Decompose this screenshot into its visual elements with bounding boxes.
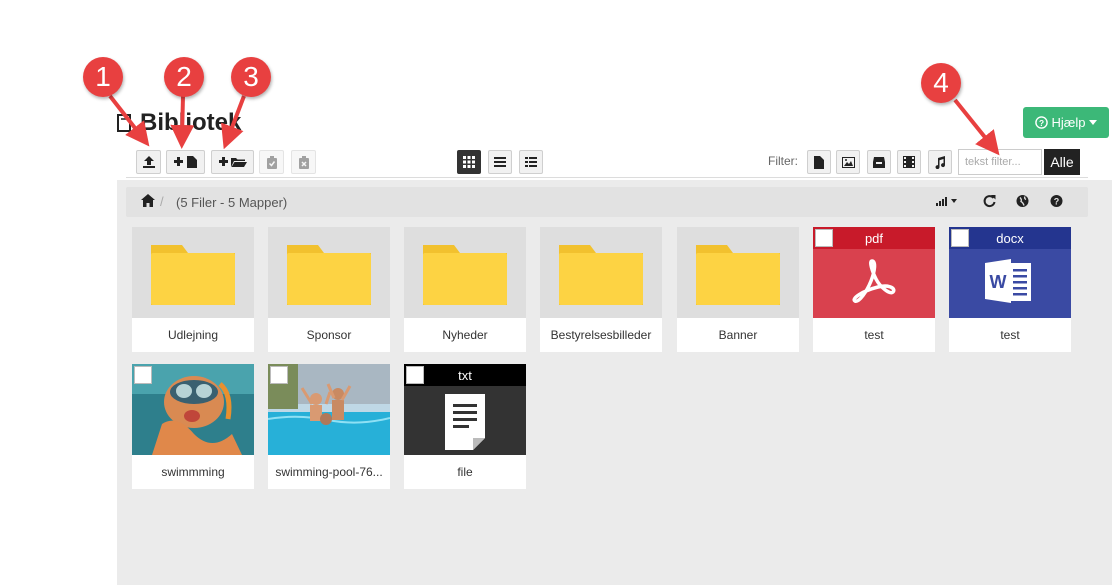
- refresh-icon[interactable]: [983, 194, 996, 208]
- video-icon: [903, 156, 915, 168]
- file-tile-test-docx[interactable]: docx W test: [949, 227, 1071, 352]
- word-icon: W: [985, 259, 1031, 303]
- caret-down-icon: [1089, 119, 1098, 125]
- home-icon[interactable]: [141, 194, 155, 207]
- folder-icon: [151, 245, 235, 305]
- folder-tile-sponsor[interactable]: Sponsor: [268, 227, 390, 352]
- folder-tile-udlejning[interactable]: Udlejning: [132, 227, 254, 352]
- annotation-badge-2: 2: [164, 57, 204, 97]
- select-checkbox[interactable]: [951, 229, 969, 247]
- help-label: Hjælp: [1051, 115, 1086, 130]
- breadcrumb: / (5 Filer - 5 Mapper) ?: [126, 187, 1088, 217]
- annotation-arrow-4: [953, 98, 1000, 156]
- image-tile-swimming-pool[interactable]: swimming-pool-76...: [268, 364, 390, 489]
- folder-icon: [423, 245, 507, 305]
- folder-tile-banner[interactable]: Banner: [677, 227, 799, 352]
- tile-label: swimmming: [161, 465, 225, 479]
- page-title-text: Bibliotek: [140, 109, 242, 136]
- tile-label: Sponsor: [306, 328, 352, 342]
- select-checkbox[interactable]: [815, 229, 833, 247]
- text-file-icon: [445, 394, 485, 450]
- audio-icon: [935, 155, 946, 169]
- upload-icon: [142, 156, 155, 168]
- page-title: Bibliotek: [116, 106, 241, 140]
- folder-icon: [696, 245, 780, 305]
- delete-clipboard-icon: [298, 155, 309, 169]
- list-view-button[interactable]: [488, 150, 512, 174]
- annotation-badge-1: 1: [83, 57, 123, 97]
- file-tile-file-txt[interactable]: txt file: [404, 364, 526, 489]
- folder-icon: [287, 245, 371, 305]
- help-button[interactable]: ? Hjælp: [1023, 107, 1109, 138]
- breadcrumb-summary: (5 Filer - 5 Mapper): [176, 195, 288, 210]
- tile-label: Banner: [718, 328, 758, 342]
- list-view-icon: [494, 157, 506, 167]
- new-file-icon: [173, 156, 197, 168]
- pdf-icon: [852, 259, 896, 303]
- tile-label: test: [864, 328, 884, 342]
- svg-text:?: ?: [1038, 118, 1043, 128]
- image-tile-swimmming[interactable]: swimmming: [132, 364, 254, 489]
- paste-icon: [266, 155, 277, 169]
- sort-icon[interactable]: [936, 194, 960, 208]
- tile-label: Udlejning: [167, 328, 219, 342]
- clear-clipboard-button[interactable]: [291, 150, 316, 174]
- details-view-button[interactable]: [519, 150, 543, 174]
- filter-all-button[interactable]: Alle: [1044, 149, 1080, 175]
- toolbar: Filter: Alle: [126, 145, 1088, 178]
- text-filter-input[interactable]: [958, 149, 1042, 175]
- tile-label: Nyheder: [442, 328, 488, 342]
- select-checkbox[interactable]: [134, 366, 152, 384]
- grid-view-button[interactable]: [457, 150, 481, 174]
- svg-text:?: ?: [1054, 197, 1060, 207]
- filter-document-button[interactable]: [807, 150, 831, 174]
- annotation-badge-3: 3: [231, 57, 271, 97]
- paste-button[interactable]: [259, 150, 284, 174]
- tile-label: swimming-pool-76...: [275, 465, 383, 479]
- grid-view-icon: [463, 156, 475, 168]
- select-checkbox[interactable]: [406, 366, 424, 384]
- tile-label: file: [457, 465, 473, 479]
- filter-image-button[interactable]: [836, 150, 860, 174]
- folder-icon: [559, 245, 643, 305]
- filter-archive-button[interactable]: [867, 150, 891, 174]
- image-icon: [841, 156, 855, 168]
- upload-button[interactable]: [136, 150, 161, 174]
- filter-audio-button[interactable]: [928, 150, 952, 174]
- help-circle-icon[interactable]: ?: [1050, 194, 1063, 208]
- annotation-badge-4: 4: [921, 63, 961, 103]
- tile-label: test: [1000, 328, 1020, 342]
- filter-label: Filter:: [768, 154, 798, 168]
- file-tile-test-pdf[interactable]: pdf test: [813, 227, 935, 352]
- folder-tile-nyheder[interactable]: Nyheder: [404, 227, 526, 352]
- svg-text:W: W: [990, 272, 1007, 292]
- new-folder-icon: [218, 157, 247, 167]
- details-view-icon: [525, 157, 537, 167]
- filter-video-button[interactable]: [897, 150, 921, 174]
- new-file-button[interactable]: [166, 150, 205, 174]
- globe-icon[interactable]: [1016, 194, 1029, 208]
- library-icon: [117, 114, 131, 132]
- archive-icon: [873, 156, 885, 168]
- document-icon: [814, 155, 824, 169]
- breadcrumb-separator: /: [160, 194, 164, 209]
- folder-tile-bestyrelsesbilleder[interactable]: Bestyrelsesbilleder: [540, 227, 662, 352]
- new-folder-button[interactable]: [211, 150, 254, 174]
- select-checkbox[interactable]: [270, 366, 288, 384]
- tile-label: Bestyrelsesbilleder: [550, 328, 652, 342]
- question-circle-icon: ?: [1034, 116, 1048, 129]
